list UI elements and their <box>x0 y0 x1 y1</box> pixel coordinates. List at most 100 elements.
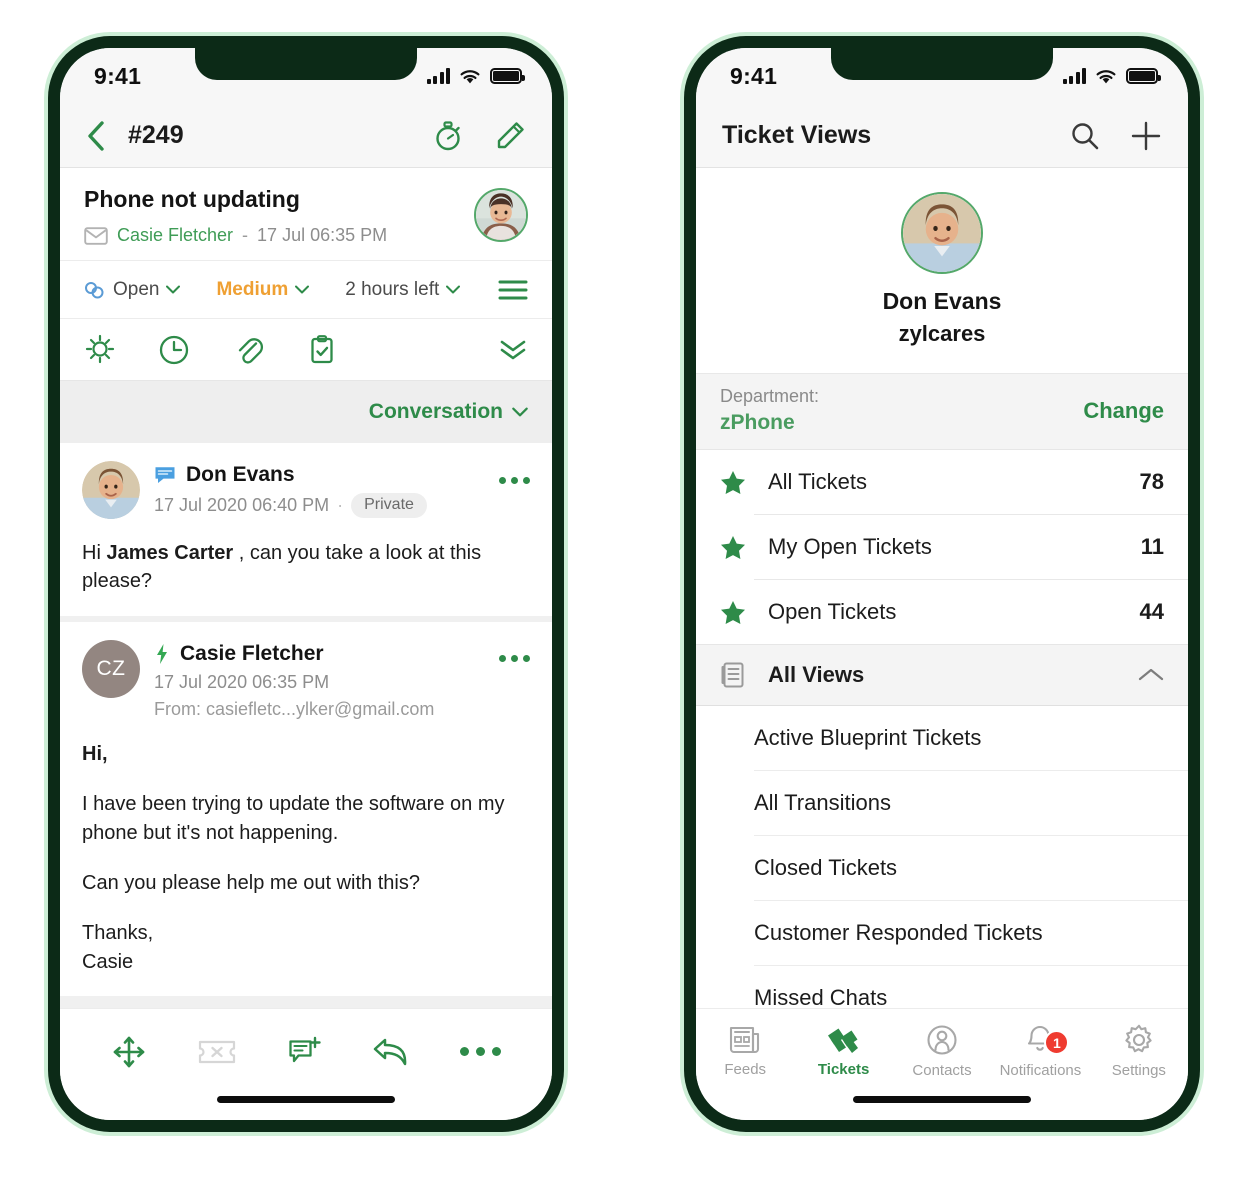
status-link-icon <box>85 281 104 298</box>
agent-name: Don Evans <box>882 288 1002 314</box>
don-evans-profile-avatar[interactable] <box>901 192 983 274</box>
conversation-filter-label: Conversation <box>368 400 503 423</box>
conversation-thread[interactable]: Don Evans 17 Jul 2020 06:40 PM · Private <box>60 443 552 1008</box>
message-paragraph: Hi, <box>82 742 108 765</box>
wifi-icon <box>1096 69 1116 83</box>
left-phone-frame: 9:41 #249 Phone not updating Casie Fletc… <box>48 36 564 1132</box>
tab-label: Settings <box>1111 1062 1166 1079</box>
status-bar-indicators <box>1062 68 1161 85</box>
tickets-icon <box>827 1028 858 1053</box>
tab-feeds[interactable]: Feeds <box>696 1025 794 1078</box>
left-status-bar: 9:41 <box>60 48 552 104</box>
list-item[interactable]: Closed Tickets <box>696 836 1188 900</box>
message-timestamp: 17 Jul 2020 06:40 PM <box>154 495 330 515</box>
list-item[interactable]: All Transitions <box>696 771 1188 835</box>
conversation-filter-dropdown[interactable]: Conversation <box>60 381 552 443</box>
ticket-action-bar <box>60 1008 552 1094</box>
tab-tickets[interactable]: Tickets <box>794 1025 892 1078</box>
comment-bubble-icon <box>155 467 175 483</box>
search-icon[interactable] <box>1070 121 1100 151</box>
ticket-status-row: Open Medium 2 hours left <box>60 261 552 319</box>
all-views-section-header[interactable]: All Views <box>696 644 1188 706</box>
ticket-requester-name[interactable]: Casie Fletcher <box>117 225 233 246</box>
star-icon <box>721 600 745 624</box>
device-notch <box>831 48 1053 80</box>
message-author-name: Don Evans <box>186 463 295 486</box>
chevron-down-icon <box>446 285 461 294</box>
left-phone-screen: 9:41 #249 Phone not updating Casie Fletc… <box>60 48 552 1120</box>
message-timestamp: 17 Jul 2020 06:35 PM <box>154 671 330 692</box>
status-bar-time: 9:41 <box>94 62 142 89</box>
message-author-name: Casie Fletcher <box>180 641 324 665</box>
more-options-icon[interactable] <box>499 467 530 484</box>
due-time-dropdown[interactable]: 2 hours left <box>345 278 461 301</box>
list-item[interactable]: Active Blueprint Tickets <box>696 706 1188 770</box>
wifi-icon <box>460 69 480 83</box>
tab-notifications[interactable]: 1 Notifications <box>991 1024 1089 1079</box>
list-item-count: 44 <box>1139 599 1164 624</box>
message-body: Hi James Carter , can you take a look at… <box>82 542 482 593</box>
list-item-label: My Open Tickets <box>768 534 932 559</box>
pencil-icon[interactable] <box>494 120 526 152</box>
meta-separator: · <box>337 495 344 515</box>
change-department-button[interactable]: Change <box>1083 398 1164 424</box>
add-comment-icon[interactable] <box>288 1036 322 1068</box>
more-options-icon[interactable] <box>459 1047 501 1056</box>
chevron-left-icon[interactable] <box>86 120 106 152</box>
reply-arrow-icon[interactable] <box>373 1037 409 1067</box>
department-value: zPhone <box>720 411 795 434</box>
cellular-bars-icon <box>1062 68 1086 84</box>
tasks-clipboard-icon[interactable] <box>306 334 338 366</box>
insights-icon[interactable] <box>84 334 116 366</box>
page-title: Ticket Views <box>722 121 872 149</box>
chevron-down-icon <box>512 407 528 417</box>
home-indicator <box>696 1094 1188 1120</box>
list-item[interactable]: All Tickets 78 <box>696 450 1188 514</box>
department-row: Department: zPhone Change <box>696 374 1188 450</box>
tab-settings[interactable]: Settings <box>1090 1024 1188 1079</box>
status-value: Open <box>113 278 160 300</box>
status-dropdown[interactable]: Open <box>84 278 181 301</box>
subject-separator: - <box>242 225 249 245</box>
feeds-newspaper-icon <box>730 1026 760 1054</box>
history-clock-icon[interactable] <box>158 334 190 366</box>
right-phone-screen: 9:41 Ticket Views Don Evans zylcares Dep… <box>696 48 1188 1120</box>
more-options-icon[interactable] <box>499 645 530 663</box>
thread-reply-icon <box>157 643 167 664</box>
tab-contacts[interactable]: Contacts <box>893 1024 991 1079</box>
home-indicator <box>60 1094 552 1120</box>
agent-org: zylcares <box>898 321 986 346</box>
move-ticket-icon[interactable] <box>112 1035 146 1069</box>
close-ticket-icon[interactable] <box>197 1038 237 1066</box>
list-item[interactable]: Missed Chats <box>696 966 1188 1008</box>
screenshot-stage: 9:41 #249 Phone not updating Casie Fletc… <box>0 0 1256 1186</box>
list-item[interactable]: My Open Tickets 11 <box>696 515 1188 579</box>
casie-fletcher-avatar[interactable]: CZ <box>82 639 140 698</box>
all-views-list[interactable]: Active Blueprint Tickets All Transitions… <box>696 706 1188 1008</box>
hamburger-icon[interactable] <box>498 279 528 301</box>
due-time-value: 2 hours left <box>345 278 440 300</box>
right-status-bar: 9:41 <box>696 48 1188 104</box>
bottom-tab-bar: Feeds Tickets Contacts 1 Notifications S… <box>696 1008 1188 1094</box>
plus-icon[interactable] <box>1130 120 1162 152</box>
message-body: Hi, I have been trying to update the sof… <box>82 740 530 976</box>
message-item: Don Evans 17 Jul 2020 06:40 PM · Private <box>60 443 552 616</box>
requester-avatar[interactable] <box>474 188 528 242</box>
list-item-label: All Tickets <box>768 469 868 494</box>
chevron-up-icon[interactable] <box>1138 667 1164 683</box>
ticket-number-title: #249 <box>128 121 184 149</box>
list-item[interactable]: Open Tickets 44 <box>696 580 1188 644</box>
stopwatch-icon[interactable] <box>432 120 464 152</box>
status-bar-time: 9:41 <box>730 62 778 89</box>
attachment-paperclip-icon[interactable] <box>232 334 264 366</box>
priority-dropdown[interactable]: Medium <box>216 279 310 301</box>
ticket-created-date: 17 Jul 06:35 PM <box>257 225 388 245</box>
chevrons-down-icon[interactable] <box>498 337 528 363</box>
ticket-icon-toolbar <box>60 319 552 381</box>
list-item[interactable]: Customer Responded Tickets <box>696 901 1188 965</box>
chevron-down-icon <box>166 285 181 294</box>
battery-icon <box>490 68 525 84</box>
list-item-count: 11 <box>1140 534 1164 559</box>
don-evans-avatar[interactable] <box>82 461 140 519</box>
all-views-label: All Views <box>768 662 865 687</box>
